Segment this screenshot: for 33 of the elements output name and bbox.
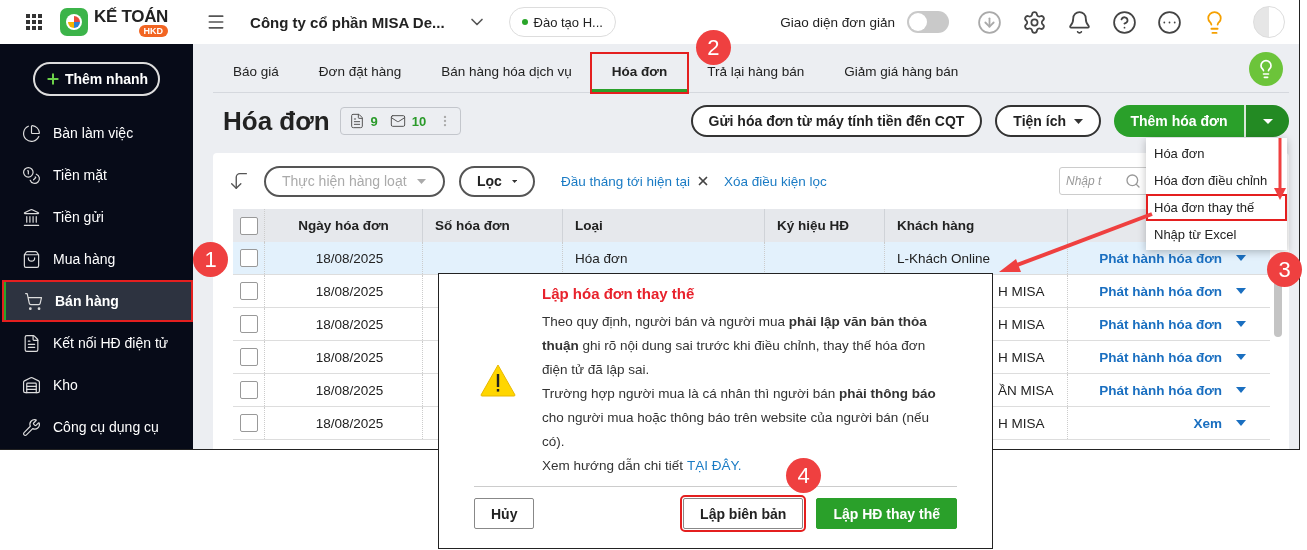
sidebar-label: Công cụ dụng cụ	[53, 419, 159, 435]
logo-text: KẾ TOÁN	[94, 7, 169, 27]
sidebar-label: Kho	[53, 377, 78, 393]
sidebar-label: Bàn làm việc	[53, 125, 134, 141]
table-cell: L-Khách Online	[897, 250, 991, 266]
table-cell: 18/08/2025	[315, 349, 384, 365]
mail-count: 10	[411, 113, 427, 129]
dialog-paragraph: Theo quy định, người bán và người mua phải lập văn bản thỏa thuận ghi rõ nội dung sai trước khi điều chỉnh, thay thế hóa đơn điện tử đã lập sai.	[542, 313, 928, 379]
sidebar-label: Mua hàng	[53, 251, 116, 267]
sidebar-label: Tiền gửi	[53, 209, 104, 225]
table-cell: 18/08/2025	[315, 283, 384, 299]
table-cell: 18/08/2025	[315, 316, 384, 332]
logo-badge: HKD	[138, 25, 169, 37]
guide-text: Xem hướng dẫn chi tiết	[542, 457, 683, 475]
sidebar-label: Tiền mặt	[53, 167, 107, 183]
dialog-title: Lập hóa đơn thay thế	[542, 284, 696, 304]
dialog-paragraph: Trường hợp người mua là cá nhân thì người bán phải thông báo cho người mua hoặc thông báo trên website của người bán (nếu có).	[542, 385, 937, 451]
table-cell: 18/08/2025	[315, 250, 384, 266]
table-cell: 18/08/2025	[315, 382, 384, 398]
table-cell: H MISA	[998, 349, 1045, 365]
table-cell: 18/08/2025	[315, 415, 384, 431]
sidebar-label: Kết nối HĐ điện tử	[53, 335, 169, 351]
table-cell: ẦN MISA	[998, 382, 1054, 398]
document-count: 9	[370, 113, 378, 129]
table-cell: Hóa đơn	[575, 250, 628, 266]
table-cell: H MISA	[998, 415, 1045, 431]
date-range-filter-label: Đầu tháng tới hiện tại	[561, 173, 690, 189]
callout-badge: 4	[786, 458, 822, 493]
simple-mode-label: Giao diện đơn giản	[780, 14, 895, 30]
table-cell: H MISA	[998, 283, 1045, 299]
table-cell: H MISA	[998, 316, 1045, 332]
sidebar-label: Bán hàng	[55, 293, 119, 309]
page-title: Hóa đơn	[223, 105, 330, 137]
